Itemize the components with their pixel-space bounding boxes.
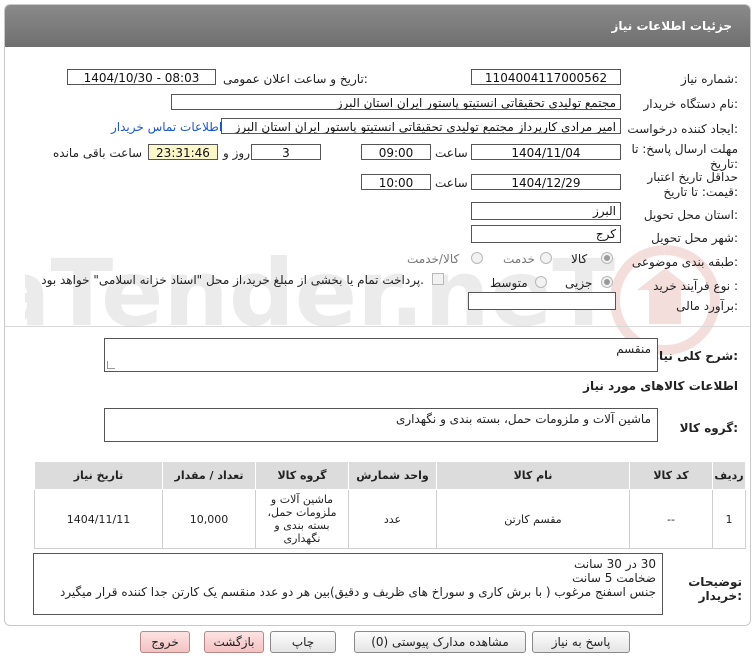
deadline-date-field[interactable]: 1404/11/04 [471, 144, 621, 160]
need-details-panel: جزئیات اطلاعات نیاز AriaTender.neT شماره… [4, 4, 751, 626]
print-button[interactable]: چاپ [270, 631, 336, 653]
process-label: نوع فرآیند خرید : [653, 279, 738, 293]
attachments-button[interactable]: مشاهده مدارک پیوستی (0) [354, 631, 526, 653]
buyer-notes-textarea[interactable]: 30 در 30 سانت ضخامت 5 سانت جنس اسفنج مرغ… [33, 553, 663, 615]
panel-header: جزئیات اطلاعات نیاز [5, 5, 750, 47]
category-option-both: کالا/خدمت [407, 252, 460, 266]
summary-textarea[interactable]: منقسم [104, 338, 658, 372]
validity-label: حداقل تاریخ اعتبار [647, 170, 738, 184]
estimate-label: برآورد مالی: [676, 299, 738, 313]
goods-section-title: اطلاعات کالاهای مورد نیاز [583, 379, 738, 393]
summary-label: شرح کلی نیاز: [652, 349, 738, 363]
announce-label: تاریخ و ساعت اعلان عمومی: [223, 72, 368, 86]
buyer-notes-label: توضیحات [688, 575, 742, 589]
deadline-time-field[interactable]: 09:00 [361, 144, 431, 160]
row-code: -- [629, 489, 713, 549]
col-group: گروه کالا [255, 461, 349, 490]
goods-table-header: ردیف کد کالا نام کالا واحد شمارش گروه کا… [34, 461, 746, 490]
estimate-field[interactable] [468, 292, 616, 310]
goods-group-textarea[interactable]: ماشین آلات و ملزومات حمل، بسته بندی و نگ… [104, 408, 658, 442]
buyer-notes-line: جنس اسفنج مرغوب ( با برش کاری و سوراخ ها… [59, 585, 656, 599]
reply-button[interactable]: پاسخ به نیاز [532, 631, 630, 653]
deadline-label: مهلت ارسال پاسخ: تا [631, 142, 738, 156]
panel-title: جزئیات اطلاعات نیاز [611, 19, 732, 33]
col-name: نام کالا [436, 461, 630, 490]
row-name: مقسم کارتن [436, 489, 630, 549]
need-number-label: شماره نیاز: [680, 72, 738, 86]
category-option-service: خدمت [503, 252, 535, 266]
buyer-notes-line: ضخامت 5 سانت [572, 571, 656, 585]
payment-note: پرداخت تمام یا بخشی از مبلغ خرید،از محل … [41, 273, 424, 287]
col-date: تاریخ نیاز [34, 461, 163, 490]
province-label: استان محل تحویل: [643, 208, 738, 222]
summary-text: منقسم [616, 342, 651, 356]
resize-handle[interactable] [107, 361, 115, 369]
city-label: شهر محل تحویل: [651, 231, 738, 245]
deadline-label-date: تاریخ: [710, 157, 738, 171]
row-quantity: 10,000 [162, 489, 256, 549]
category-radio-goods[interactable] [601, 252, 613, 264]
row-index: 1 [712, 489, 746, 549]
process-option-minor: جزیی [565, 276, 593, 290]
category-option-goods: کالا [571, 252, 588, 266]
row-group: ماشین آلات و ملزومات حمل، بسته بندی و نگ… [255, 489, 349, 549]
remaining-time-field: 23:31:46 [148, 144, 218, 160]
row-unit: عدد [348, 489, 437, 549]
process-radio-minor[interactable] [601, 276, 613, 288]
creator-label: ایجاد کننده درخواست: [627, 122, 738, 136]
category-radio-service[interactable] [540, 252, 552, 264]
process-option-medium: متوسط [490, 276, 528, 290]
validity-date-field[interactable]: 1404/12/29 [471, 174, 621, 190]
validity-label-date: قیمت: تا تاریخ: [663, 185, 738, 199]
category-radio-both[interactable] [471, 252, 483, 264]
section-divider [5, 326, 750, 327]
days-label: روز و [223, 146, 250, 160]
buyer-notes-line: 30 در 30 سانت [574, 557, 656, 571]
col-quantity: تعداد / مقدار [162, 461, 256, 490]
need-number-field[interactable]: 1104004117000562 [471, 69, 621, 85]
deadline-time-label: ساعت [435, 146, 468, 160]
buyer-field[interactable]: مجتمع تولیدی تحقیقاتی انستیتو پاستور ایر… [171, 94, 621, 110]
row-date: 1404/11/11 [34, 489, 163, 549]
category-label: طبقه بندی موضوعی: [631, 255, 738, 269]
city-field[interactable]: کرج [471, 225, 621, 243]
table-row[interactable]: 1 -- مقسم کارتن عدد ماشین آلات و ملزومات… [34, 489, 746, 549]
col-unit: واحد شمارش [348, 461, 437, 490]
buyer-label: نام دستگاه خریدار: [643, 97, 739, 111]
remaining-time-label: ساعت باقی مانده [53, 146, 143, 160]
goods-group-label: گروه کالا: [679, 421, 738, 435]
creator-field[interactable]: امیر مرادی کارپرداز مجتمع تولیدی تحقیقات… [221, 118, 621, 134]
exit-button[interactable]: خروج [140, 631, 190, 653]
goods-group-text: ماشین آلات و ملزومات حمل، بسته بندی و نگ… [395, 412, 651, 426]
goods-table: ردیف کد کالا نام کالا واحد شمارش گروه کا… [34, 461, 746, 549]
buyer-contact-link[interactable]: اطلاعات تماس خریدار [111, 120, 222, 134]
buyer-notes-label-2: خریدار: [698, 589, 742, 603]
col-code: کد کالا [629, 461, 713, 490]
treasury-checkbox[interactable] [432, 273, 444, 285]
validity-time-field[interactable]: 10:00 [361, 174, 431, 190]
announce-field[interactable]: 1404/10/30 - 08:03 [67, 69, 216, 85]
back-button[interactable]: بازگشت [204, 631, 264, 653]
province-field[interactable]: البرز [471, 202, 621, 220]
col-index: ردیف [712, 461, 746, 490]
days-field[interactable]: 3 [251, 144, 321, 160]
validity-time-label: ساعت [435, 176, 468, 190]
process-radio-medium[interactable] [535, 276, 547, 288]
